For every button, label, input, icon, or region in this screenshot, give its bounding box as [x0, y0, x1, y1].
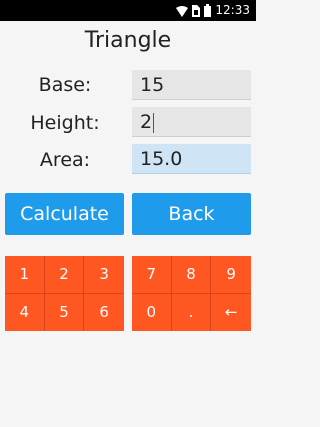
keypad-left: 1 2 3 4 5 6 [5, 256, 124, 331]
wifi-icon [176, 5, 189, 17]
key-decimal[interactable]: . [172, 293, 212, 331]
text-cursor [153, 112, 155, 133]
key-2[interactable]: 2 [44, 256, 85, 294]
calculate-button[interactable]: Calculate [5, 193, 124, 235]
key-8[interactable]: 8 [171, 256, 212, 294]
key-6[interactable]: 6 [84, 294, 124, 332]
key-3[interactable]: 3 [84, 256, 124, 294]
back-button[interactable]: Back [132, 193, 251, 235]
base-input[interactable]: 15 [132, 70, 251, 100]
sim-icon [192, 4, 201, 17]
height-label: Height: [30, 112, 100, 134]
height-input[interactable]: 2 [132, 107, 251, 137]
battery-icon [204, 4, 212, 17]
key-4[interactable]: 4 [5, 293, 45, 331]
keypad-right: 7 8 9 0 . ← [132, 256, 251, 331]
base-label: Base: [38, 74, 92, 96]
page-title: Triangle [84, 28, 172, 53]
key-9[interactable]: 9 [211, 256, 251, 294]
key-1[interactable]: 1 [5, 256, 45, 294]
key-7[interactable]: 7 [132, 256, 172, 294]
status-bar: 12:33 [0, 0, 256, 21]
key-5[interactable]: 5 [45, 293, 85, 331]
height-value: 2 [140, 111, 153, 133]
area-output: 15.0 [132, 144, 251, 174]
key-0[interactable]: 0 [132, 293, 172, 331]
backspace-key[interactable]: ← [211, 294, 251, 332]
status-time: 12:33 [215, 3, 250, 17]
area-label: Area: [39, 149, 91, 171]
